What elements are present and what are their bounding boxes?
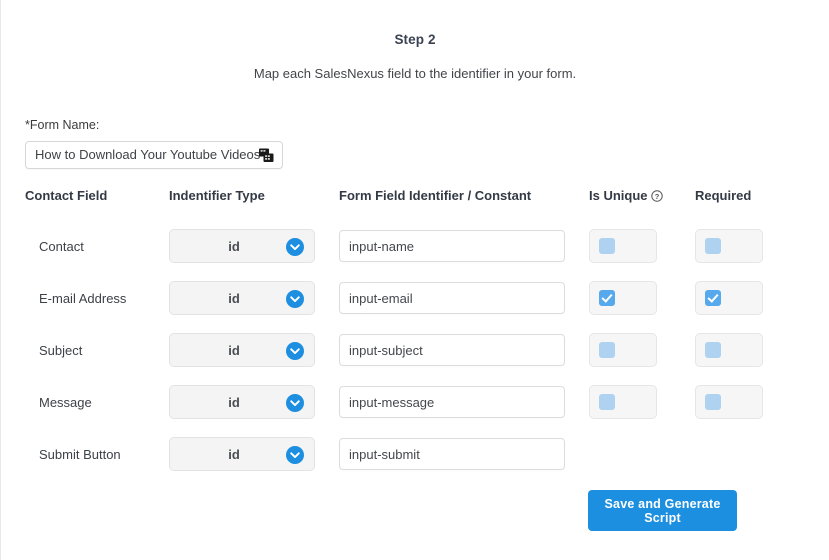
identifier-type-select[interactable]: id: [169, 281, 315, 315]
contact-field-label: E-mail Address: [39, 290, 127, 306]
cell-identifier-type: id: [169, 281, 339, 333]
cell-identifier-type: id: [169, 437, 339, 489]
checkbox-box: [599, 394, 615, 410]
cell-contact-field: Contact: [25, 229, 169, 281]
identifier-type-select[interactable]: id: [169, 229, 315, 263]
cell-identifier-type: id: [169, 229, 339, 281]
is-unique-checkbox[interactable]: [589, 229, 657, 263]
identifier-type-select[interactable]: id: [169, 437, 315, 471]
header-contact-field: Contact Field: [25, 188, 108, 203]
is-unique-checkbox[interactable]: [589, 333, 657, 367]
form-field-identifier-input[interactable]: [339, 386, 565, 418]
cell-contact-field: Message: [25, 385, 169, 437]
cell-is-unique: [589, 229, 695, 281]
table-row: E-mail Address id: [25, 281, 785, 333]
contact-field-label: Message: [39, 394, 92, 410]
table-header-row: Contact Field Indentifier Type Form Fiel…: [25, 188, 785, 229]
form-field-identifier-input[interactable]: [339, 334, 565, 366]
form-field-identifier-input[interactable]: [339, 230, 565, 262]
checkbox-box: [705, 342, 721, 358]
cell-required: [695, 437, 785, 489]
cell-identifier-type: id: [169, 333, 339, 385]
help-circle-icon[interactable]: ?: [650, 190, 663, 205]
header-form-field-identifier: Form Field Identifier / Constant: [339, 188, 532, 203]
header-is-unique-label: Is Unique: [589, 188, 648, 203]
required-checkbox[interactable]: [695, 385, 763, 419]
identifier-type-select[interactable]: id: [169, 333, 315, 367]
required-checkbox[interactable]: [695, 333, 763, 367]
cell-is-unique: [589, 333, 695, 385]
cell-contact-field: Submit Button: [25, 437, 169, 489]
form-field-identifier-input[interactable]: [339, 282, 565, 314]
contact-field-label: Submit Button: [39, 446, 121, 462]
is-unique-checkbox[interactable]: [589, 281, 657, 315]
table-row: Submit Button id: [25, 437, 785, 489]
table-body: ContactidE-mail AddressidSubjectidMessag…: [25, 229, 785, 489]
cell-form-field-identifier: [339, 333, 589, 385]
cell-contact-field: Subject: [25, 333, 169, 385]
contact-field-label: Contact: [39, 238, 84, 254]
cell-identifier-type: id: [169, 385, 339, 437]
checkbox-box: [705, 394, 721, 410]
chevron-down-icon[interactable]: [286, 342, 304, 360]
copy-icon[interactable]: [259, 148, 274, 163]
header-is-unique: Is Unique?: [589, 188, 695, 229]
chevron-down-icon[interactable]: [286, 394, 304, 412]
required-checkbox[interactable]: [695, 281, 763, 315]
cell-contact-field: E-mail Address: [25, 281, 169, 333]
checkbox-box: [705, 238, 721, 254]
cell-required: [695, 281, 785, 333]
cell-form-field-identifier: [339, 385, 589, 437]
cell-is-unique: [589, 437, 695, 489]
identifier-type-value: id: [228, 238, 240, 254]
table-header: Contact Field Indentifier Type Form Fiel…: [25, 188, 785, 229]
form-name-field-wrapper: [25, 141, 283, 169]
form-mapping-page: Step 2 Map each SalesNexus field to the …: [0, 0, 829, 560]
checkbox-box: [599, 342, 615, 358]
page-title: Step 2: [394, 32, 436, 47]
cell-required: [695, 385, 785, 437]
cell-form-field-identifier: [339, 229, 589, 281]
chevron-down-icon[interactable]: [286, 238, 304, 256]
checkbox-box: [705, 290, 721, 306]
table-row: Contact id: [25, 229, 785, 281]
is-unique-checkbox[interactable]: [589, 385, 657, 419]
required-checkbox[interactable]: [695, 229, 763, 263]
identifier-type-value: id: [228, 290, 240, 306]
form-name-block: *Form Name:: [25, 118, 283, 169]
field-mapping-table: Contact Field Indentifier Type Form Fiel…: [25, 188, 785, 489]
form-name-input[interactable]: [26, 142, 263, 168]
chevron-down-icon[interactable]: [286, 446, 304, 464]
save-and-generate-script-button[interactable]: Save and Generate Script: [588, 490, 737, 531]
chevron-down-icon[interactable]: [286, 290, 304, 308]
cell-required: [695, 229, 785, 281]
cell-is-unique: [589, 281, 695, 333]
identifier-type-value: id: [228, 342, 240, 358]
checkbox-box: [599, 238, 615, 254]
svg-text:?: ?: [654, 192, 659, 201]
header-required: Required: [695, 188, 752, 203]
identifier-type-select[interactable]: id: [169, 385, 315, 419]
header-identifier-type: Indentifier Type: [169, 188, 265, 203]
cell-form-field-identifier: [339, 437, 589, 489]
checkbox-box: [599, 290, 615, 306]
identifier-type-value: id: [228, 446, 240, 462]
table-row: Message id: [25, 385, 785, 437]
identifier-type-value: id: [228, 394, 240, 410]
contact-field-label: Subject: [39, 342, 83, 358]
table-row: Subject id: [25, 333, 785, 385]
form-name-label: *Form Name:: [25, 118, 100, 132]
form-field-identifier-input[interactable]: [339, 438, 565, 470]
cell-required: [695, 333, 785, 385]
cell-is-unique: [589, 385, 695, 437]
cell-form-field-identifier: [339, 281, 589, 333]
page-subtitle: Map each SalesNexus field to the identif…: [253, 66, 577, 81]
